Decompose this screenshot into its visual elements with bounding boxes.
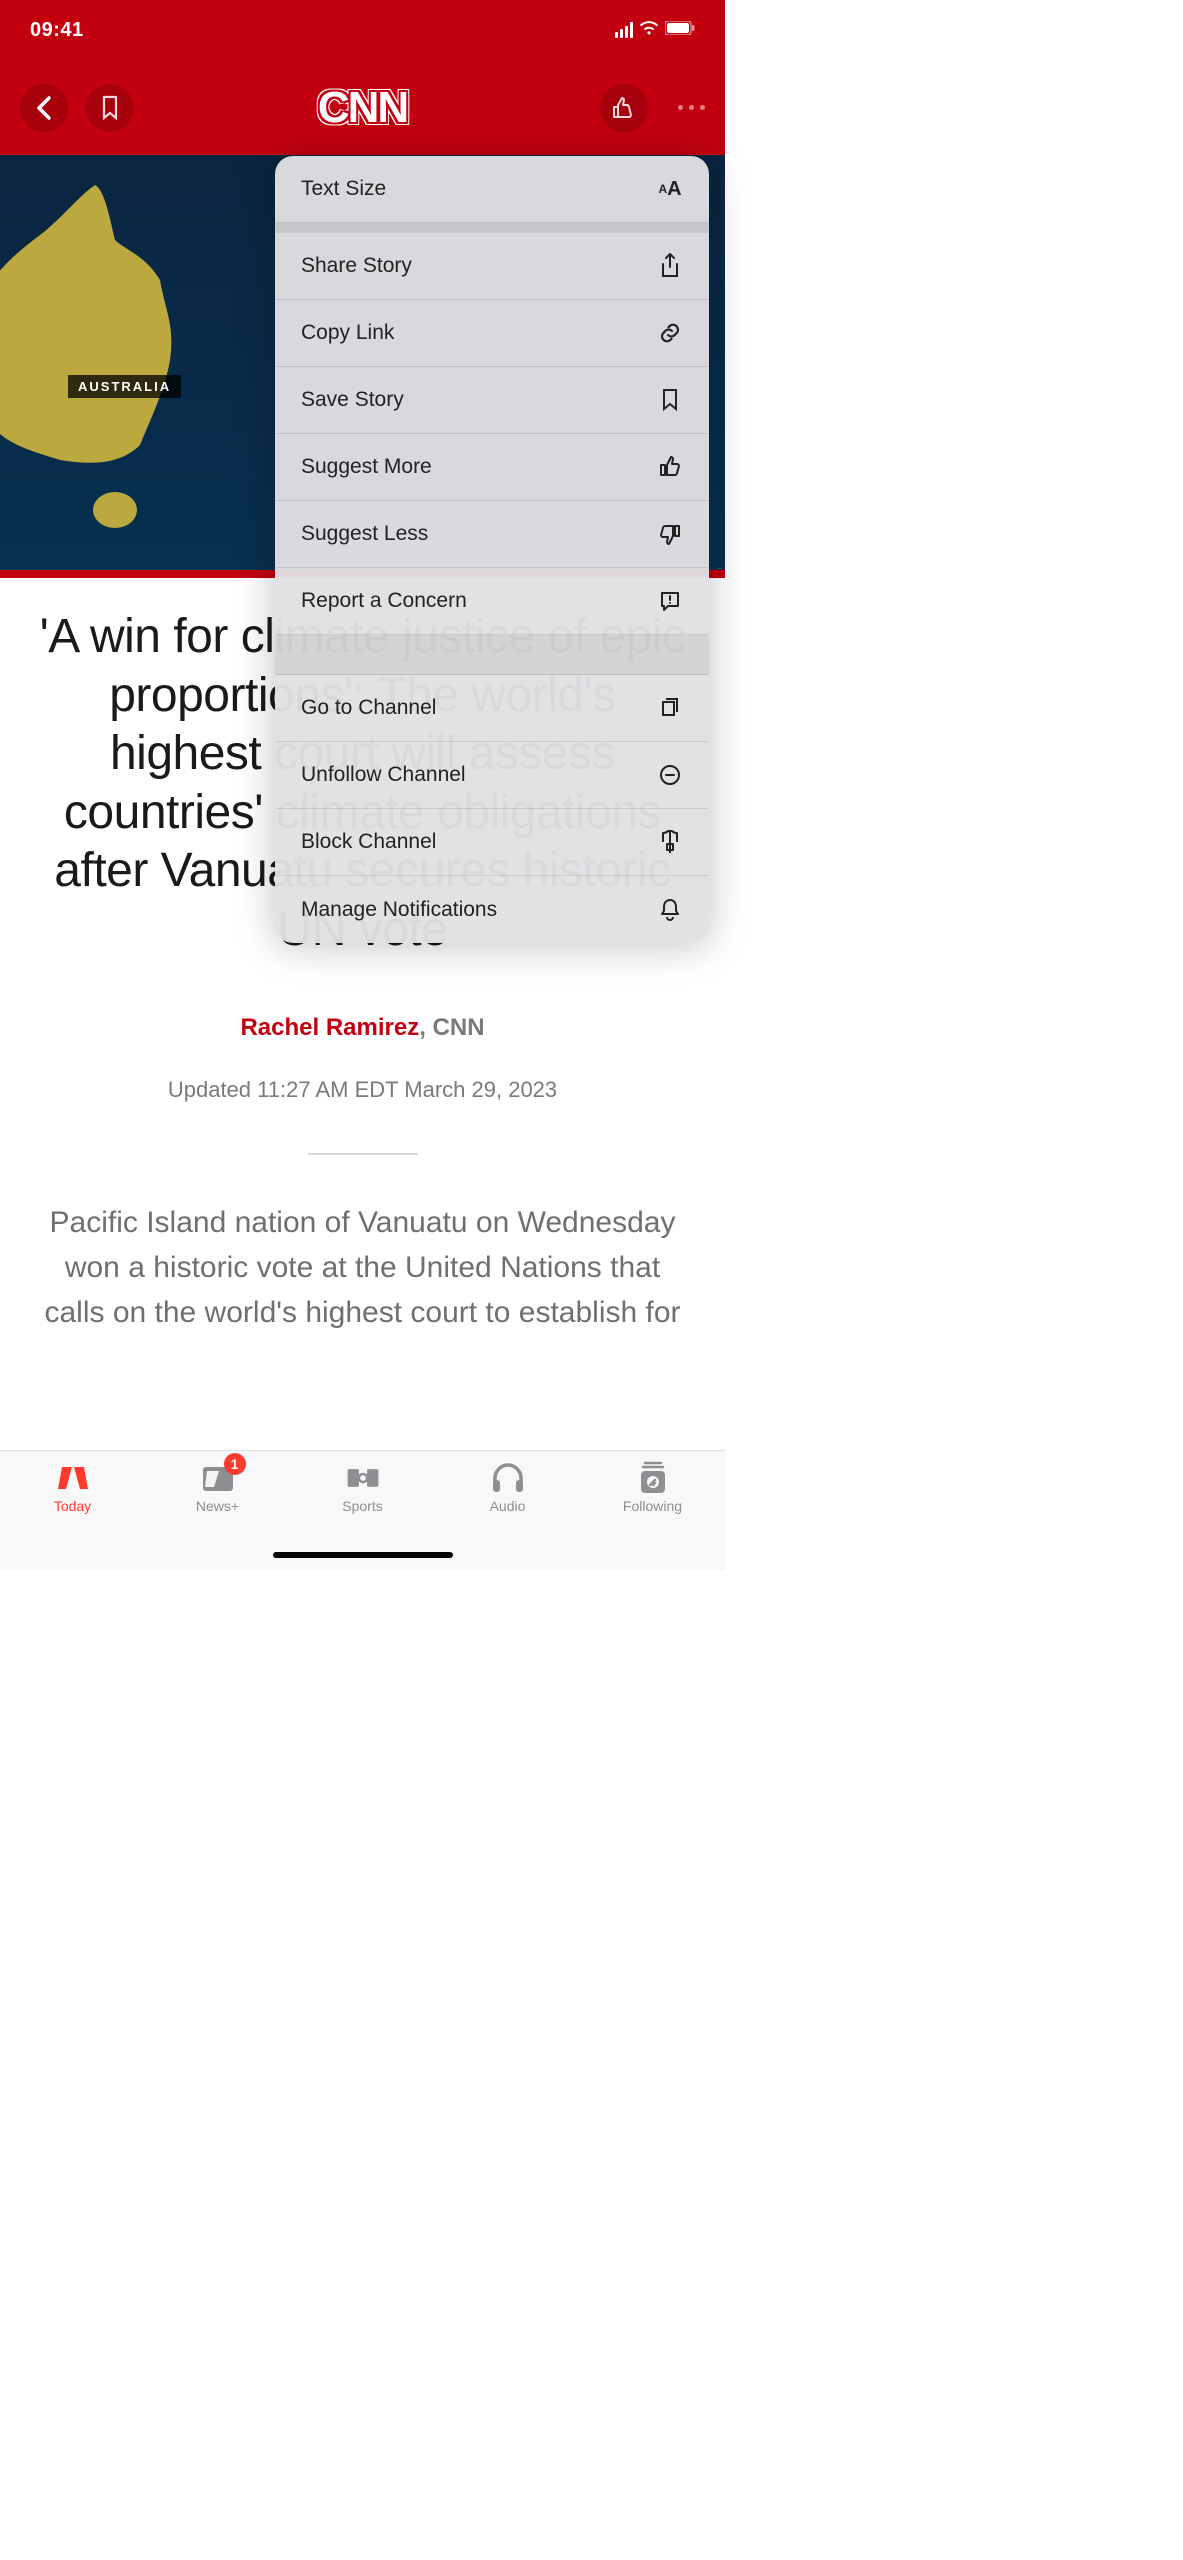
tab-label: News+ [196,1498,239,1514]
bell-icon [657,897,683,923]
menu-label: Text Size [301,177,386,201]
fade-overlay [0,1370,725,1450]
battery-icon [665,21,695,40]
menu-label: Suggest More [301,455,432,479]
menu-label: Go to Channel [301,696,436,720]
publisher-name: CNN [433,1014,485,1041]
tab-today[interactable]: Today [0,1451,145,1570]
menu-save-story[interactable]: Save Story [275,367,709,434]
map-label: AUSTRALIA [68,375,181,398]
nav-right [600,84,705,132]
menu-report-concern[interactable]: Report a Concern [275,568,709,635]
article-divider [308,1153,418,1155]
channel-icon [657,695,683,721]
back-button[interactable] [20,84,68,132]
tab-label: Sports [342,1498,382,1514]
menu-unfollow-channel[interactable]: Unfollow Channel [275,742,709,809]
menu-label: Block Channel [301,830,436,854]
nav-bar: CNN [0,60,725,155]
audio-icon [491,1461,525,1495]
report-icon [657,588,683,614]
context-menu: Text Size AA Share Story Copy Link Save … [275,156,709,943]
menu-label: Copy Link [301,321,394,345]
menu-separator [275,223,709,233]
home-indicator[interactable] [273,1552,453,1558]
tab-audio[interactable]: Audio [435,1451,580,1570]
sports-icon [346,1461,380,1495]
tab-bar: Today 1 News+ Sports Audio Following [0,1450,725,1570]
article-body: Pacific Island nation of Vanuatu on Wedn… [36,1200,689,1335]
tab-label: Today [54,1498,91,1514]
status-indicators [615,20,695,41]
menu-copy-link[interactable]: Copy Link [275,300,709,367]
block-icon [657,829,683,855]
brand-logo: CNN [318,83,407,133]
cellular-icon [615,22,633,38]
today-icon [56,1461,90,1495]
menu-go-channel[interactable]: Go to Channel [275,675,709,742]
article-byline: Rachel Ramirez, CNN [36,1014,689,1042]
menu-label: Share Story [301,254,412,278]
menu-suggest-more[interactable]: Suggest More [275,434,709,501]
menu-text-size[interactable]: Text Size AA [275,156,709,223]
article-timestamp: Updated 11:27 AM EDT March 29, 2023 [36,1077,689,1103]
thumbs-up-icon [657,454,683,480]
menu-label: Report a Concern [301,589,467,613]
tab-newsplus[interactable]: 1 News+ [145,1451,290,1570]
unfollow-icon [657,762,683,788]
menu-suggest-less[interactable]: Suggest Less [275,501,709,568]
menu-share-story[interactable]: Share Story [275,233,709,300]
more-button[interactable] [678,105,705,110]
status-time: 09:41 [30,19,84,42]
menu-label: Unfollow Channel [301,763,466,787]
status-bar: 09:41 [0,0,725,60]
link-icon [657,320,683,346]
tab-label: Following [623,1498,682,1514]
text-size-icon: AA [657,176,683,202]
map-landmass [0,175,280,555]
thumbs-down-icon [657,521,683,547]
dislike-button[interactable] [600,84,648,132]
menu-manage-notifications[interactable]: Manage Notifications [275,876,709,943]
newsplus-badge: 1 [224,1453,246,1475]
menu-block-channel[interactable]: Block Channel [275,809,709,876]
menu-label: Suggest Less [301,522,428,546]
menu-separator [275,635,709,675]
wifi-icon [639,20,659,41]
menu-label: Save Story [301,388,404,412]
author-name[interactable]: Rachel Ramirez [240,1014,419,1041]
tab-following[interactable]: Following [580,1451,725,1570]
tab-label: Audio [490,1498,526,1514]
bookmark-button[interactable] [86,84,134,132]
byline-sep: , [419,1014,432,1041]
menu-label: Manage Notifications [301,898,497,922]
share-icon [657,253,683,279]
bookmark-icon [657,387,683,413]
following-icon [636,1461,670,1495]
